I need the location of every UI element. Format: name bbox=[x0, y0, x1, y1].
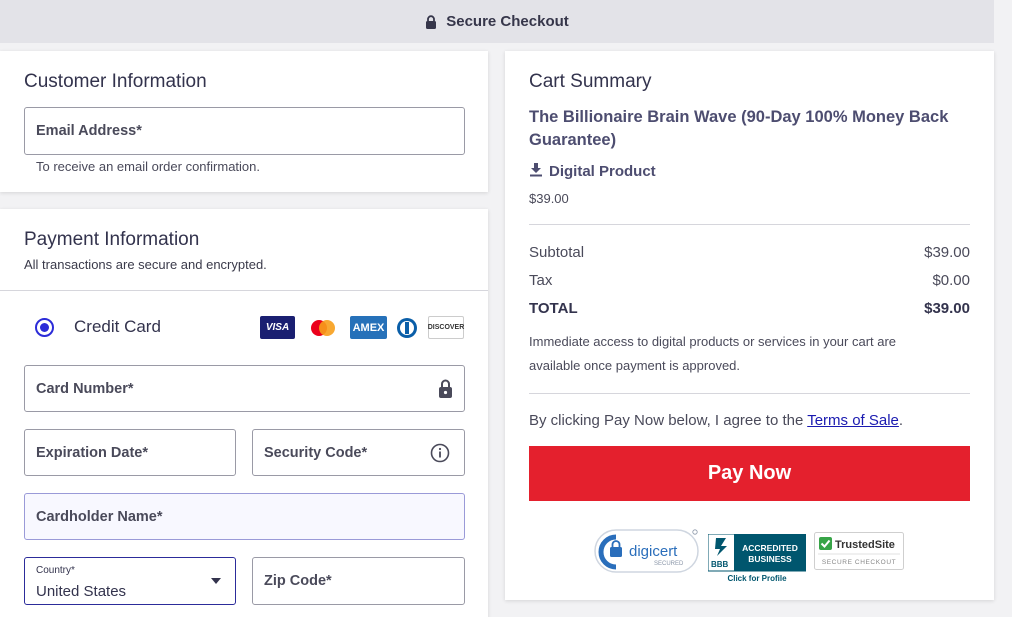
digicert-badge[interactable]: digicert SECURED bbox=[594, 529, 700, 575]
cardholder-name-label: Cardholder Name* bbox=[36, 508, 163, 525]
product-price: $39.00 bbox=[529, 191, 569, 206]
cart-summary-title: Cart Summary bbox=[529, 71, 652, 92]
expiration-date-field[interactable]: Expiration Date* bbox=[24, 429, 236, 476]
svg-text:BUSINESS: BUSINESS bbox=[748, 554, 792, 564]
tax-row: Tax $0.00 bbox=[529, 272, 970, 289]
download-icon bbox=[529, 162, 543, 181]
info-icon[interactable] bbox=[430, 443, 450, 468]
mastercard-icon bbox=[305, 316, 341, 339]
credit-card-label: Credit Card bbox=[74, 317, 161, 336]
payment-divider bbox=[0, 290, 488, 291]
cart-summary-card: Cart Summary The Billionaire Brain Wave … bbox=[505, 51, 994, 600]
zip-code-label: Zip Code* bbox=[264, 573, 332, 589]
amex-icon: AMEX bbox=[350, 316, 387, 339]
customer-information-card: Customer Information Email Address* To r… bbox=[0, 51, 488, 192]
email-field[interactable]: Email Address* bbox=[24, 107, 465, 155]
card-number-label: Card Number* bbox=[36, 380, 134, 397]
chevron-down-icon bbox=[211, 578, 221, 584]
svg-text:digicert: digicert bbox=[629, 543, 678, 560]
cart-divider-2 bbox=[529, 393, 970, 394]
svg-text:ACCREDITED: ACCREDITED bbox=[742, 543, 798, 553]
subtotal-row: Subtotal $39.00 bbox=[529, 244, 970, 261]
payment-information-title: Payment Information bbox=[24, 229, 200, 250]
country-value: United States bbox=[36, 583, 127, 600]
credit-card-radio[interactable] bbox=[35, 318, 54, 337]
cardholder-name-field[interactable]: Cardholder Name* bbox=[24, 493, 465, 540]
email-hint: To receive an email order confirmation. bbox=[36, 159, 260, 174]
secure-checkout-bar: Secure Checkout bbox=[0, 0, 994, 43]
svg-text:SECURE CHECKOUT: SECURE CHECKOUT bbox=[822, 559, 896, 566]
terms-of-sale-link[interactable]: Terms of Sale bbox=[807, 412, 899, 429]
security-code-field[interactable]: Security Code* bbox=[252, 429, 465, 476]
lock-icon bbox=[438, 379, 453, 403]
discover-icon: DISCOVER bbox=[428, 316, 464, 339]
svg-text:SECURED: SECURED bbox=[654, 561, 684, 567]
expiration-date-label: Expiration Date* bbox=[36, 444, 148, 461]
payment-information-card: Payment Information All transactions are… bbox=[0, 209, 488, 617]
product-name: The Billionaire Brain Wave (90-Day 100% … bbox=[529, 108, 949, 149]
svg-text:Click for Profile: Click for Profile bbox=[727, 574, 787, 583]
zip-code-field[interactable]: Zip Code* bbox=[252, 557, 465, 605]
payment-subtitle: All transactions are secure and encrypte… bbox=[24, 257, 267, 272]
pay-now-button[interactable]: Pay Now bbox=[529, 446, 970, 501]
email-label: Email Address* bbox=[36, 123, 142, 139]
bbb-accredited-badge[interactable]: BBB ACCREDITED BUSINESS Click for Profil… bbox=[707, 533, 807, 584]
cart-divider bbox=[529, 224, 970, 225]
security-code-label: Security Code* bbox=[264, 444, 368, 461]
country-label: Country* bbox=[36, 565, 75, 576]
diners-club-icon bbox=[395, 316, 419, 339]
access-note: Immediate access to digital products or … bbox=[529, 334, 897, 373]
trustedsite-badge[interactable]: TrustedSite SECURE CHECKOUT bbox=[814, 532, 904, 570]
svg-text:BBB: BBB bbox=[711, 560, 729, 569]
agreement-text: By clicking Pay Now below, I agree to th… bbox=[529, 412, 904, 429]
country-select[interactable]: Country* United States bbox=[24, 557, 236, 605]
product-type: Digital Product bbox=[529, 162, 656, 181]
lock-icon bbox=[425, 14, 437, 29]
card-number-field[interactable]: Card Number* bbox=[24, 365, 465, 412]
visa-icon: VISA bbox=[260, 316, 295, 339]
total-row: TOTAL $39.00 bbox=[529, 300, 970, 317]
secure-checkout-title: Secure Checkout bbox=[446, 13, 569, 30]
customer-information-title: Customer Information bbox=[24, 71, 207, 92]
svg-text:TrustedSite: TrustedSite bbox=[835, 539, 895, 551]
